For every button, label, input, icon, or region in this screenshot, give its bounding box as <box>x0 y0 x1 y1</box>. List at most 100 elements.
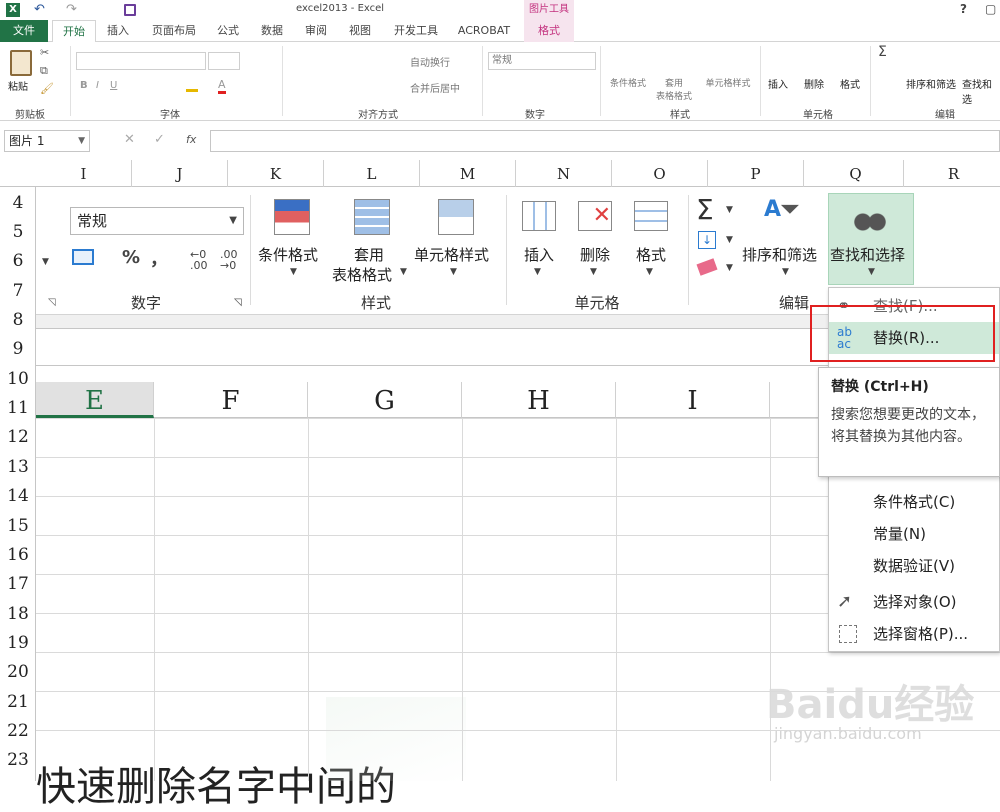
dialog-launcher-icon[interactable]: ◹ <box>234 297 242 308</box>
number-format-dropdown[interactable]: 常规 ▼ <box>70 207 244 235</box>
delete-cells-icon[interactable]: ✕ <box>578 201 612 231</box>
column-header[interactable]: K <box>228 160 324 187</box>
conditional-format-label[interactable]: 条件格式 <box>258 244 318 265</box>
row-header[interactable]: 22 <box>0 717 36 745</box>
table-format-label-2[interactable]: 表格格式 <box>332 264 392 285</box>
paste-icon[interactable] <box>10 50 32 76</box>
autosum-icon[interactable]: Σ <box>878 44 887 60</box>
menu-item-select-objects[interactable]: ➚ 选择对象(O) <box>829 586 999 618</box>
decrease-decimal-icon[interactable]: .00 →0 <box>220 249 238 271</box>
sheet-column-header[interactable]: I <box>616 382 770 418</box>
conditional-format-button[interactable]: 条件格式 <box>604 76 652 89</box>
delete-cells-label[interactable]: 删除 <box>580 244 610 265</box>
sheet-column-header[interactable]: F <box>154 382 308 418</box>
row-header[interactable]: 18 <box>0 600 36 628</box>
tab-acrobat[interactable]: ACROBAT <box>452 20 516 42</box>
chevron-down-icon[interactable]: ▼ <box>726 205 733 215</box>
wrap-text-button[interactable]: 自动换行 <box>410 54 450 69</box>
tab-review[interactable]: 审阅 <box>298 20 334 42</box>
chevron-down-icon[interactable]: ▼ <box>590 267 597 277</box>
row-header[interactable]: 15 <box>0 512 36 540</box>
column-header[interactable]: O <box>612 160 708 187</box>
find-select-button[interactable]: 查找和选 <box>962 76 1000 106</box>
row-header[interactable]: 6 <box>0 247 36 275</box>
row-header[interactable]: 23 <box>0 746 36 774</box>
tab-formulas[interactable]: 公式 <box>210 20 246 42</box>
tab-picture-format[interactable]: 格式 <box>524 20 574 42</box>
chevron-down-icon[interactable]: ▼ <box>450 267 457 277</box>
sheet-column-header[interactable]: E <box>36 382 154 418</box>
chevron-down-icon[interactable]: ▼ <box>726 235 733 245</box>
tab-home[interactable]: 开始 <box>52 20 96 42</box>
fill-color-icon[interactable] <box>186 80 198 92</box>
font-name-field[interactable] <box>76 52 206 70</box>
sort-filter-label[interactable]: 排序和筛选 <box>742 244 817 265</box>
row-header[interactable]: 4 <box>0 189 36 217</box>
tab-file[interactable]: 文件 <box>0 20 48 42</box>
column-header[interactable]: L <box>324 160 420 187</box>
cell-style-button[interactable]: 单元格样式 <box>700 76 756 89</box>
menu-item-conditional-format[interactable]: 条件格式(C) <box>829 486 999 518</box>
table-format-icon[interactable] <box>354 199 390 235</box>
merge-center-button[interactable]: 合并后居中 <box>410 80 460 95</box>
embedded-picture[interactable] <box>326 697 466 781</box>
insert-cells-button[interactable]: 插入 <box>768 76 788 91</box>
clear-eraser-icon[interactable] <box>696 258 718 276</box>
number-format-field[interactable]: 常规 <box>488 52 596 70</box>
column-header[interactable]: R <box>906 160 1000 187</box>
sheet-column-header[interactable]: H <box>462 382 616 418</box>
autosum-icon[interactable]: Σ <box>696 193 714 226</box>
column-header[interactable]: I <box>36 160 132 187</box>
sort-filter-button[interactable]: 排序和筛选 <box>906 76 956 91</box>
increase-decimal-icon[interactable]: ←0.00 <box>190 249 208 271</box>
accounting-format-icon[interactable] <box>72 249 94 265</box>
menu-item-data-validation[interactable]: 数据验证(V) <box>829 550 999 582</box>
chevron-down-icon[interactable]: ▼ <box>534 267 541 277</box>
bold-button[interactable]: B <box>80 80 88 91</box>
cancel-icon[interactable]: ✕ <box>124 132 135 147</box>
insert-cells-label[interactable]: 插入 <box>524 244 554 265</box>
row-header[interactable]: 16 <box>0 541 36 569</box>
cut-icon[interactable]: ✂ <box>40 46 49 59</box>
format-cells-label[interactable]: 格式 <box>636 244 666 265</box>
cell-style-icon[interactable] <box>438 199 474 235</box>
column-header[interactable]: P <box>708 160 804 187</box>
fill-icon[interactable]: ↓ <box>698 231 716 249</box>
row-header[interactable]: 10 <box>0 365 36 393</box>
undo-icon[interactable]: ↶ <box>34 2 45 17</box>
tab-insert[interactable]: 插入 <box>100 20 136 42</box>
tab-view[interactable]: 视图 <box>342 20 378 42</box>
format-cells-icon[interactable] <box>634 201 668 231</box>
row-header[interactable]: 17 <box>0 570 36 598</box>
enter-icon[interactable]: ✓ <box>154 132 165 147</box>
row-header[interactable]: 11 <box>0 394 36 422</box>
column-header[interactable]: M <box>420 160 516 187</box>
row-header[interactable]: 21 <box>0 688 36 716</box>
row-header[interactable]: 13 <box>0 453 36 481</box>
tab-developer[interactable]: 开发工具 <box>388 20 444 42</box>
underline-button[interactable]: U <box>110 80 117 91</box>
dialog-launcher-icon[interactable]: ◹ <box>48 297 56 308</box>
table-format-label-1[interactable]: 套用 <box>354 244 384 265</box>
menu-item-selection-pane[interactable]: 选择窗格(P)... <box>829 618 999 650</box>
name-box[interactable]: 图片 1 ▼ <box>4 130 90 152</box>
insert-function-button[interactable]: fx <box>186 133 196 146</box>
column-header[interactable]: Q <box>808 160 904 187</box>
row-header[interactable]: 7 <box>0 277 36 305</box>
formula-input[interactable] <box>210 130 1000 152</box>
paste-button[interactable]: 粘贴 <box>8 78 28 93</box>
conditional-format-icon[interactable] <box>274 199 310 235</box>
chevron-down-icon[interactable]: ▼ <box>726 263 733 273</box>
copy-icon[interactable]: ⧉ <box>40 64 48 78</box>
help-button[interactable]: ? <box>960 2 967 16</box>
tab-data[interactable]: 数据 <box>254 20 290 42</box>
insert-cells-icon[interactable] <box>522 201 556 231</box>
column-header[interactable]: N <box>516 160 612 187</box>
column-header[interactable]: J <box>132 160 228 187</box>
chevron-down-icon[interactable]: ▼ <box>646 267 653 277</box>
sort-filter-icon[interactable]: A⏷ <box>764 197 799 222</box>
row-header[interactable]: 19 <box>0 629 36 657</box>
sheet-column-header[interactable]: G <box>308 382 462 418</box>
format-cells-button[interactable]: 格式 <box>840 76 860 91</box>
row-header[interactable]: 9 <box>0 335 36 363</box>
